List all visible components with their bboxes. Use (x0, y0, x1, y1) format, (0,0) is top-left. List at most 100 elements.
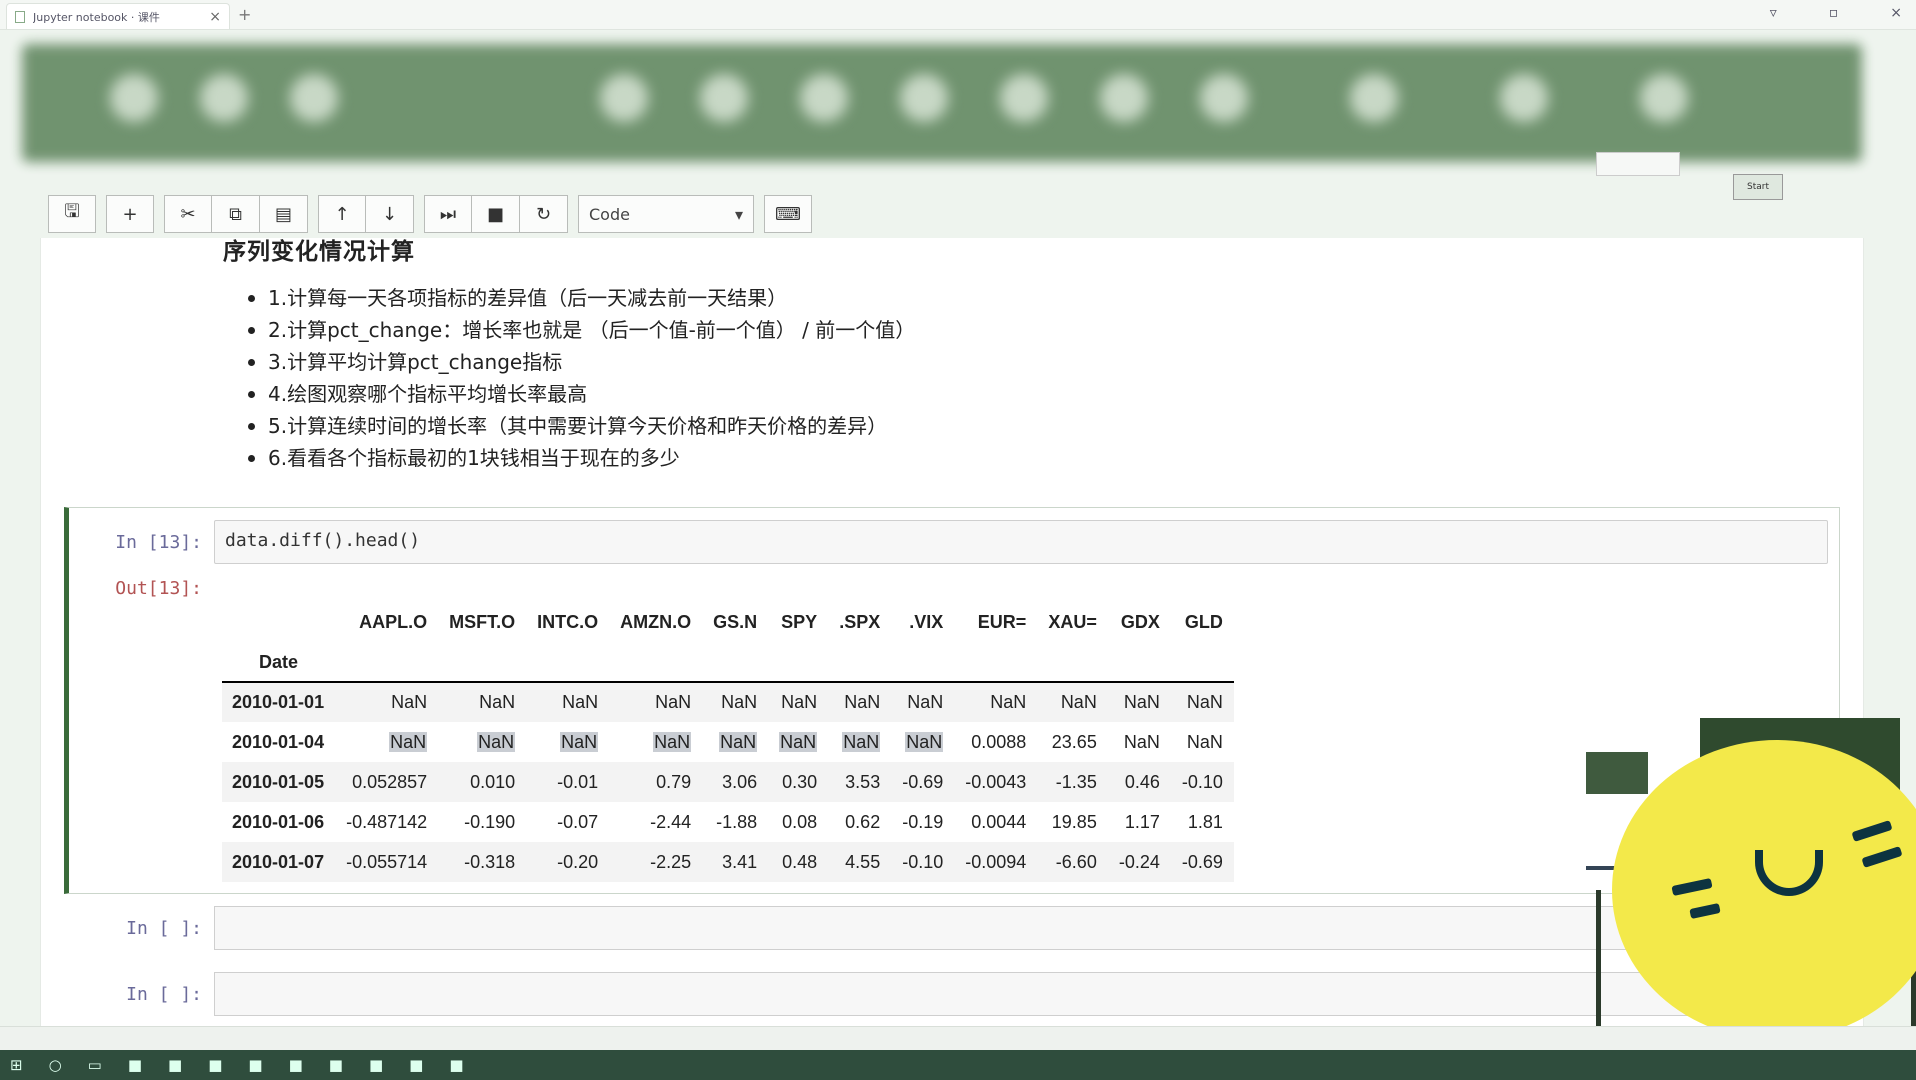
table-cell: -0.10 (902, 851, 944, 872)
table-cell: NaN (721, 692, 758, 712)
os-taskbar: ⊞ ○ ▭ ■ ■ ■ ■ ■ ■ ■ ■ ■ (0, 1050, 1916, 1080)
table-cell: 4.55 (845, 851, 881, 872)
blurred-icon (1640, 74, 1688, 122)
markdown-list: 1.计算每一天各项指标的差异值（后一天减去前一天结果） 2.计算pct_chan… (248, 282, 915, 474)
index-name: Date (222, 644, 336, 683)
row-index: 2010-01-05 (232, 771, 325, 792)
list-item: 6.看看各个指标最初的1块钱相当于现在的多少 (248, 442, 915, 474)
list-item: 5.计算连续时间的增长率（其中需要计算今天价格和昨天价格的差异） (248, 410, 915, 442)
paste-icon[interactable]: ▤ (260, 195, 308, 233)
search-icon[interactable]: ○ (49, 1056, 62, 1074)
window-controls: ▿ ▫ × (1770, 5, 1902, 21)
column-header: SPY (781, 611, 818, 632)
table-cell: -0.07 (557, 811, 599, 832)
tab-title: Jupyter notebook · 课件 (33, 10, 160, 24)
corner-cell (222, 600, 335, 644)
move-down-icon[interactable]: ↓ (366, 195, 414, 233)
app-icon[interactable]: ■ (208, 1056, 222, 1074)
table-cell: NaN (438, 722, 526, 762)
blurred-icon (800, 74, 848, 122)
column-header: EUR= (977, 611, 1027, 632)
table-cell: -6.60 (1055, 851, 1097, 872)
table-cell: NaN (1060, 692, 1097, 712)
table-row: 2010-01-05 0.052857 0.010 -0.01 0.79 3.0… (222, 762, 1234, 802)
copy-icon[interactable]: ⧉ (212, 195, 260, 233)
table-cell: NaN (1186, 731, 1223, 752)
markdown-heading: 序列变化情况计算 (223, 239, 415, 265)
table-cell: -0.190 (464, 811, 516, 832)
new-tab-icon[interactable]: + (238, 5, 251, 24)
app-icon[interactable]: ■ (289, 1056, 303, 1074)
app-icon[interactable]: ■ (168, 1056, 182, 1074)
browser-tab[interactable]: Jupyter notebook · 课件 × (6, 3, 230, 29)
keyboard-icon[interactable]: ⌨ (764, 195, 812, 233)
stop-icon[interactable]: ■ (472, 195, 520, 233)
table-cell: 0.0088 (971, 731, 1027, 752)
run-icon[interactable]: ⏭ (424, 195, 472, 233)
task-view-icon[interactable]: ▭ (88, 1056, 102, 1074)
table-cell: -0.19 (902, 811, 944, 832)
close-tab-icon[interactable]: × (209, 9, 221, 25)
table-row: 2010-01-01 NaN NaN NaN NaN NaN NaN NaN N… (222, 682, 1234, 722)
table-cell: NaN (702, 722, 768, 762)
table-cell: NaN (1123, 731, 1160, 752)
table-cell: 3.41 (722, 851, 758, 872)
column-header: XAU= (1048, 611, 1097, 632)
index-header-row: Date (222, 644, 1234, 683)
app-icon[interactable]: ■ (329, 1056, 343, 1074)
table-cell: -2.25 (650, 851, 692, 872)
in-prompt: In [ ]: (126, 918, 202, 939)
cut-icon[interactable]: ✂ (164, 195, 212, 233)
highlighted-value: NaN (477, 731, 516, 752)
in-prompt: In [ ]: (126, 984, 202, 1005)
save-icon[interactable]: 🖫 (48, 195, 96, 233)
code-input[interactable]: data.diff().head() (214, 520, 1828, 564)
table-cell: -2.44 (650, 811, 692, 832)
table-cell: NaN (907, 692, 944, 712)
table-cell: 19.85 (1051, 811, 1097, 832)
table-cell: 0.010 (470, 771, 516, 792)
row-index: 2010-01-01 (232, 692, 325, 712)
add-cell-button[interactable]: + (106, 195, 154, 233)
blurred-icon (1500, 74, 1548, 122)
column-header: INTC.O (537, 611, 599, 632)
table-cell: NaN (562, 692, 599, 712)
restart-icon[interactable]: ↻ (520, 195, 568, 233)
list-item: 1.计算每一天各项指标的差异值（后一天减去前一天结果） (248, 282, 915, 314)
app-icon[interactable]: ■ (369, 1056, 383, 1074)
table-cell: -0.01 (557, 771, 599, 792)
table-cell: NaN (844, 692, 881, 712)
list-item: 2.计算pct_change：增长率也就是 （后一个值-前一个值） / 前一个值… (248, 314, 915, 346)
table-cell: -1.35 (1055, 771, 1097, 792)
table-cell: NaN (526, 722, 609, 762)
app-icon[interactable]: ■ (449, 1056, 463, 1074)
table-row: 2010-01-04 NaN NaN NaN NaN NaN NaN NaN N… (222, 722, 1234, 762)
table-cell: NaN (1186, 692, 1223, 712)
blurred-icon (700, 74, 748, 122)
table-cell: 0.0044 (971, 811, 1027, 832)
table-cell: 0.79 (656, 771, 692, 792)
row-index: 2010-01-04 (232, 731, 325, 752)
highlighted-value: NaN (653, 731, 692, 752)
table-cell: 3.06 (722, 771, 758, 792)
column-header: .VIX (909, 611, 944, 632)
windows-start-icon[interactable]: ⊞ (10, 1056, 23, 1074)
cell-type-value: Code (589, 204, 630, 224)
restore-icon[interactable]: ▫ (1829, 5, 1839, 21)
highlighted-value: NaN (389, 731, 428, 752)
move-up-icon[interactable]: ↑ (318, 195, 366, 233)
table-cell: -1.88 (716, 811, 758, 832)
app-icon[interactable]: ■ (409, 1056, 423, 1074)
app-icon[interactable]: ■ (248, 1056, 262, 1074)
table-cell: 3.53 (845, 771, 881, 792)
close-window-icon[interactable]: × (1890, 5, 1902, 21)
cell-type-select[interactable]: Code ▾ (578, 195, 754, 233)
table-cell: 0.30 (782, 771, 818, 792)
table-cell: -0.318 (464, 851, 516, 872)
shield-icon[interactable]: ▿ (1770, 5, 1777, 21)
table-cell: 0.08 (782, 811, 818, 832)
browser-status-bar (0, 1026, 1916, 1050)
table-cell: NaN (1123, 692, 1160, 712)
app-icon[interactable]: ■ (128, 1056, 142, 1074)
table-cell: NaN (990, 692, 1027, 712)
